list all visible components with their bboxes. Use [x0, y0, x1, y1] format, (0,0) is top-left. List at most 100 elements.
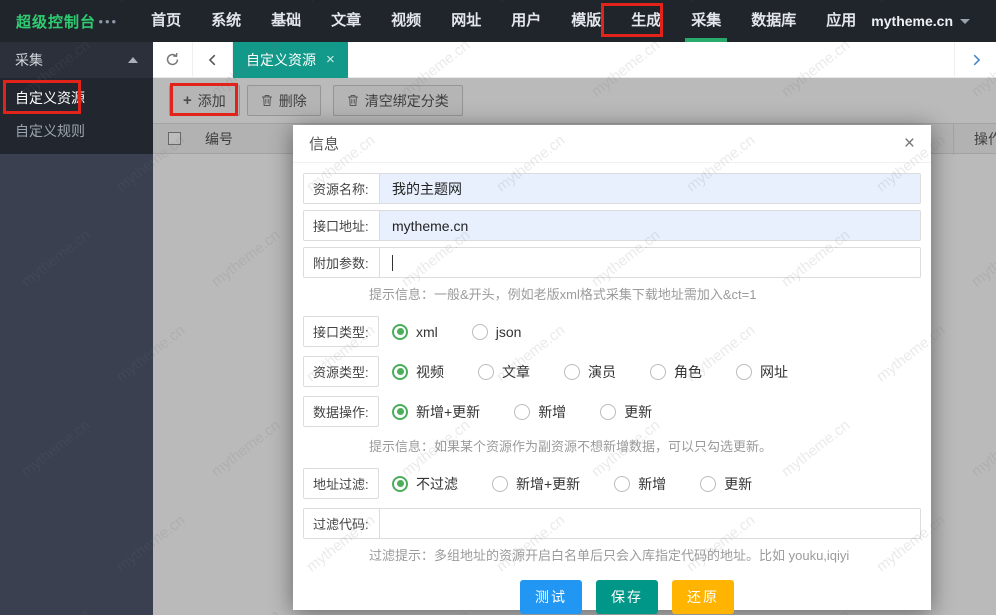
tabbar: 自定义资源 ×	[153, 42, 996, 78]
tab-scroll-left-button[interactable]	[193, 42, 233, 78]
sidebar-item-custom-rule[interactable]: 自定义规则	[0, 115, 153, 148]
radio-icon	[736, 364, 752, 380]
radio-icon	[478, 364, 494, 380]
field-label: 附加参数:	[304, 248, 380, 277]
radio-icon	[614, 476, 630, 492]
nav-item-video[interactable]: 视频	[376, 0, 436, 42]
radio-label: 新增+更新	[416, 402, 480, 422]
radio-label: 不过滤	[416, 474, 458, 494]
filter-code-input[interactable]	[380, 509, 920, 538]
radio-icon	[600, 404, 616, 420]
dialog-header: 信息 ×	[293, 125, 931, 163]
radio-update[interactable]: 更新	[600, 402, 652, 422]
radio-add[interactable]: 新增	[514, 402, 566, 422]
field-label: 资源名称:	[304, 174, 380, 203]
tab-scroll-right-button[interactable]	[954, 42, 996, 78]
sidebar-group-collect[interactable]: 采集	[0, 42, 153, 78]
nav-item-app[interactable]: 应用	[811, 0, 871, 42]
radio-label: 更新	[624, 402, 652, 422]
field-label: 接口类型:	[303, 316, 379, 347]
chevron-right-icon	[969, 53, 983, 67]
text-cursor	[392, 255, 393, 271]
radio-label: 视频	[416, 362, 444, 382]
extra-params-input[interactable]	[380, 248, 920, 277]
radio-add-update[interactable]: 新增+更新	[392, 402, 480, 422]
brand-title: 超级控制台	[16, 11, 98, 32]
radio-group-data-operation: 数据操作: 新增+更新 新增 更新	[303, 396, 921, 427]
nav-item-collect[interactable]: 采集	[676, 0, 736, 42]
more-menu-icon[interactable]: •••	[98, 14, 118, 29]
field-label: 过滤代码:	[304, 509, 380, 538]
sidebar-submenu: 自定义资源 自定义规则	[0, 78, 153, 154]
chevron-down-icon	[960, 19, 970, 24]
refresh-icon	[165, 52, 180, 67]
radio-label: 文章	[502, 362, 530, 382]
radio-icon	[472, 324, 488, 340]
radio-role[interactable]: 角色	[650, 362, 702, 382]
hint-extra-params: 提示信息：一般&开头，例如老版xml格式采集下载地址需加入&ct=1	[369, 284, 921, 303]
radio-group-address-filter: 地址过滤: 不过滤 新增+更新 新增 更新	[303, 468, 921, 499]
restore-button[interactable]: 还原	[672, 580, 734, 614]
radio-icon	[392, 364, 408, 380]
nav-item-user[interactable]: 用户	[496, 0, 556, 42]
nav-item-article[interactable]: 文章	[316, 0, 376, 42]
nav-item-home[interactable]: 首页	[136, 0, 196, 42]
api-url-input[interactable]: mytheme.cn	[380, 211, 920, 240]
hint-data-operation: 提示信息：如果某个资源作为副资源不想新增数据，可以只勾选更新。	[369, 436, 921, 455]
chevron-up-icon	[128, 57, 138, 63]
tab-custom-resource[interactable]: 自定义资源 ×	[233, 42, 348, 78]
chevron-left-icon	[206, 53, 220, 67]
nav-item-template[interactable]: 模版	[556, 0, 616, 42]
radio-actor[interactable]: 演员	[564, 362, 616, 382]
account-name: mytheme.cn	[871, 13, 953, 29]
nav-item-base[interactable]: 基础	[256, 0, 316, 42]
tab-label: 自定义资源	[246, 50, 316, 70]
radio-icon	[650, 364, 666, 380]
radio-article[interactable]: 文章	[478, 362, 530, 382]
radio-icon	[492, 476, 508, 492]
top-navigation: 首页 系统 基础 文章 视频 网址 用户 模版 生成 采集 数据库 应用	[136, 0, 871, 42]
field-label: 地址过滤:	[303, 468, 379, 499]
radio-filter-update[interactable]: 更新	[700, 474, 752, 494]
radio-xml[interactable]: xml	[392, 324, 438, 340]
nav-item-website[interactable]: 网址	[436, 0, 496, 42]
radio-icon	[392, 324, 408, 340]
save-button[interactable]: 保存	[596, 580, 658, 614]
radio-website[interactable]: 网址	[736, 362, 788, 382]
test-button[interactable]: 测试	[520, 580, 582, 614]
nav-item-generate[interactable]: 生成	[616, 0, 676, 42]
radio-label: json	[496, 324, 522, 340]
radio-json[interactable]: json	[472, 324, 522, 340]
dialog-title: 信息	[309, 133, 339, 154]
sidebar: 采集 自定义资源 自定义规则	[0, 42, 153, 615]
radio-label: 新增	[538, 402, 566, 422]
radio-video[interactable]: 视频	[392, 362, 444, 382]
sidebar-group-label: 采集	[15, 50, 43, 70]
radio-icon	[392, 476, 408, 492]
refresh-button[interactable]	[153, 42, 193, 78]
radio-label: 更新	[724, 474, 752, 494]
dialog-close-icon[interactable]: ×	[904, 134, 915, 153]
radio-filter-add[interactable]: 新增	[614, 474, 666, 494]
hint-filter-code: 过滤提示：多组地址的资源开启白名单后只会入库指定代码的地址。比如 youku,i…	[369, 545, 921, 564]
account-menu[interactable]: mytheme.cn	[871, 13, 970, 29]
field-extra-params: 附加参数:	[303, 247, 921, 278]
radio-icon	[514, 404, 530, 420]
radio-icon	[392, 404, 408, 420]
field-api-url: 接口地址: mytheme.cn	[303, 210, 921, 241]
tab-close-icon[interactable]: ×	[326, 51, 335, 68]
radio-label: 新增+更新	[516, 474, 580, 494]
resource-name-input[interactable]: 我的主题网	[380, 174, 920, 203]
radio-label: 角色	[674, 362, 702, 382]
nav-item-database[interactable]: 数据库	[736, 0, 811, 42]
radio-no-filter[interactable]: 不过滤	[392, 474, 458, 494]
dialog-body: 资源名称: 我的主题网 接口地址: mytheme.cn 附加参数: 提示信息：…	[293, 163, 931, 614]
radio-icon	[700, 476, 716, 492]
radio-label: 演员	[588, 362, 616, 382]
radio-filter-add-update[interactable]: 新增+更新	[492, 474, 580, 494]
nav-item-system[interactable]: 系统	[196, 0, 256, 42]
field-label: 数据操作:	[303, 396, 379, 427]
field-filter-code: 过滤代码:	[303, 508, 921, 539]
sidebar-item-custom-resource[interactable]: 自定义资源	[0, 82, 153, 115]
radio-label: xml	[416, 324, 438, 340]
